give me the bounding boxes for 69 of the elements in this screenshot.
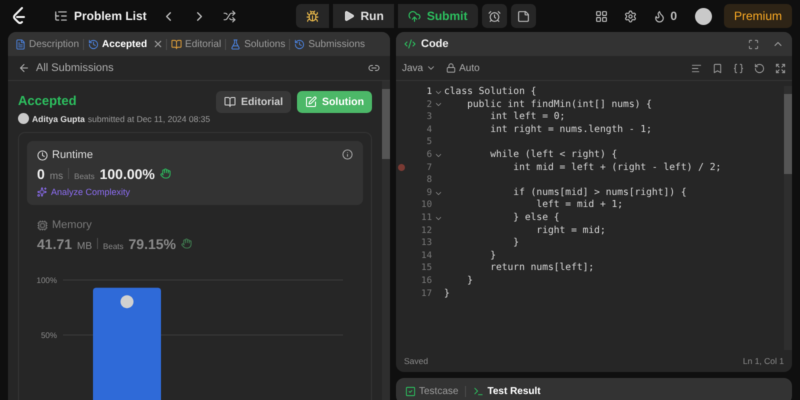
cursor-position: Ln 1, Col 1 <box>742 356 784 366</box>
line-number: 10 <box>421 199 432 212</box>
analyze-complexity-link[interactable]: Analyze Complexity <box>37 187 353 197</box>
beats-value: 100.00% <box>100 166 155 182</box>
axis-label: 50% <box>40 331 57 340</box>
beats-value: 79.15% <box>128 236 176 252</box>
line-number: 1 <box>426 86 432 99</box>
line-number: 17 <box>421 288 432 300</box>
submit-button[interactable]: Submit <box>398 4 478 28</box>
metric-value: 41.71 <box>37 236 72 252</box>
streak-counter[interactable]: 0 <box>647 4 683 28</box>
line-number: 7 <box>426 162 432 174</box>
problem-list-link[interactable]: Problem List <box>50 9 151 23</box>
line-number: 14 <box>421 250 432 262</box>
line-number: 5 <box>426 136 432 149</box>
line-number: 11 <box>421 212 432 225</box>
line-number: 13 <box>421 237 432 250</box>
metric-label: Memory <box>37 219 92 231</box>
panel-tab[interactable]: Description <box>12 38 82 50</box>
status-text: Accepted <box>18 93 78 108</box>
premium-button[interactable]: Premium <box>724 4 792 28</box>
language-dropdown[interactable]: Java <box>402 62 436 74</box>
submitted-time: submitted at Dec 11, 2024 08:35 <box>88 114 210 124</box>
code-line: int right = nums.length - 1; <box>489 124 652 136</box>
code-line: return nums[left]; <box>489 262 594 275</box>
panel-tab[interactable]: Solutions <box>227 38 288 50</box>
metric-unit: MB <box>77 241 92 252</box>
beats-label: Beats <box>74 172 95 181</box>
line-number: 4 <box>426 124 432 136</box>
code-line: } else { <box>512 212 560 225</box>
metric-value: 0 <box>37 166 45 182</box>
all-submissions-link[interactable]: All Submissions <box>18 62 114 74</box>
metric-card[interactable]: Runtime 0 ms Beats 100.00% Analyze Complexity <box>27 141 363 205</box>
line-number: 3 <box>426 111 432 124</box>
code-line: left = mid + 1; <box>535 199 624 212</box>
line-number: 16 <box>421 274 432 288</box>
code-line: } <box>512 237 520 250</box>
code-line: int left = 0; <box>489 111 566 124</box>
code-line: while (left < right) { <box>489 148 618 162</box>
code-line: } <box>489 250 496 262</box>
code-line: } <box>444 288 450 300</box>
code-line: right = mid; <box>535 224 606 238</box>
line-number: 12 <box>421 224 432 238</box>
panel-tab[interactable]: Submissions <box>291 38 368 50</box>
save-status: Saved <box>404 356 428 366</box>
code-line: int mid = left + (right - left) / 2; <box>512 162 722 174</box>
line-number: 15 <box>421 262 432 275</box>
line-number: 9 <box>426 186 432 200</box>
metric-card[interactable]: Memory 41.71 MB Beats 79.15% <box>27 211 363 260</box>
line-number: 2 <box>426 98 432 112</box>
panel-tab[interactable]: Editorial <box>168 38 224 50</box>
code-line: public int findMin(int[] nums) { <box>466 98 652 112</box>
code-line: } <box>466 274 473 288</box>
code-line: class Solution { <box>444 86 536 99</box>
console-tab[interactable]: Test Result <box>470 386 544 396</box>
metric-unit: ms <box>50 171 64 182</box>
panel-title: Code <box>421 38 448 50</box>
beats-label: Beats <box>103 242 124 251</box>
author-name[interactable]: Aditya Gupta <box>32 114 85 124</box>
panel-tab[interactable]: Accepted <box>85 38 150 50</box>
line-number: 6 <box>426 148 432 162</box>
axis-label: 100% <box>36 276 57 285</box>
run-button[interactable]: Run <box>332 4 394 28</box>
console-tab[interactable]: Testcase <box>402 386 462 396</box>
metric-label: Runtime <box>37 149 93 161</box>
line-number: 8 <box>426 174 432 187</box>
editorial-button[interactable]: Editorial <box>216 91 291 113</box>
code-line: if (nums[mid] > nums[right]) { <box>512 186 687 200</box>
auto-mode-toggle[interactable]: Auto <box>446 62 480 74</box>
